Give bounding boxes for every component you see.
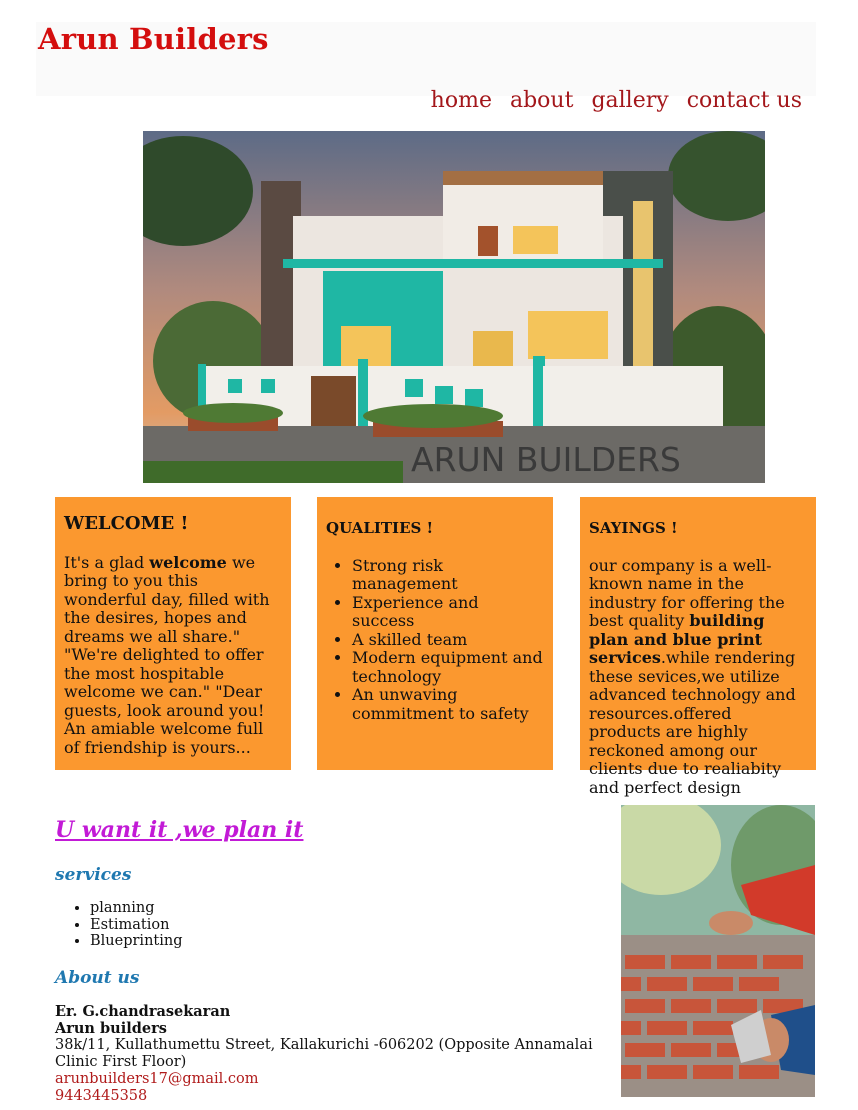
nav-about[interactable]: about (510, 88, 573, 113)
welcome-title: WELCOME ! (64, 513, 189, 534)
welcome-text-rest: we bring to you this wonderful day, fill… (64, 552, 270, 757)
nav-gallery[interactable]: gallery (591, 88, 668, 113)
welcome-text: It's a glad welcome we bring to you this… (64, 552, 282, 758)
hero-watermark: ARUN BUILDERS (411, 440, 681, 479)
list-item: Estimation (90, 917, 183, 934)
owner-name: Er. G.chandrasekaran (55, 1003, 231, 1020)
address: 38k/11, Kullathumettu Street, Kallakuric… (55, 1037, 593, 1070)
list-item: A skilled team (352, 630, 544, 650)
qualities-list: Strong risk management Experience and su… (326, 556, 544, 724)
list-item: planning (90, 900, 183, 917)
bricklaying-image (621, 805, 815, 1097)
welcome-card: WELCOME ! It's a glad welcome we bring t… (55, 497, 291, 770)
welcome-text-start: It's a glad (64, 552, 150, 572)
about-heading: About us (55, 968, 140, 988)
services-list: planning Estimation Blueprinting (72, 900, 183, 950)
list-item: An unwaving commitment to safety (352, 685, 544, 723)
email: arunbuilders17@gmail.com (55, 1071, 259, 1087)
brand-title: Arun Builders (38, 22, 269, 56)
tagline: U want it ,we plan it (55, 817, 304, 843)
brick-wall-illustration (621, 805, 815, 1097)
list-item: Modern equipment and technology (352, 648, 544, 686)
sayings-card: SAYINGS ! our company is a well-known na… (580, 497, 816, 796)
sayings-title: SAYINGS ! (589, 519, 678, 537)
about-contact-block: Er. G.chandrasekaran Arun builders 38k/1… (55, 1003, 595, 1105)
list-item: Strong risk management (352, 556, 544, 594)
company-name: Arun builders (55, 1020, 167, 1037)
welcome-text-bold: welcome (149, 552, 227, 572)
hero-house-image: ARUN BUILDERS (143, 131, 765, 483)
phone: 9443445358 (55, 1088, 148, 1104)
sayings-text-rest: .while rendering these sevices,we utiliz… (589, 648, 796, 797)
list-item: Blueprinting (90, 933, 183, 950)
nav-home[interactable]: home (431, 88, 492, 113)
main-nav: home about gallery contact us (431, 88, 802, 113)
qualities-card: QUALITIES ! Strong risk management Exper… (317, 497, 553, 770)
list-item: Experience and success (352, 593, 544, 631)
house-illustration: ARUN BUILDERS (143, 131, 765, 483)
sayings-text: our company is a well-known name in the … (589, 556, 807, 798)
services-heading: services (55, 865, 132, 885)
qualities-title: QUALITIES ! (326, 519, 434, 537)
nav-contact[interactable]: contact us (687, 88, 802, 113)
